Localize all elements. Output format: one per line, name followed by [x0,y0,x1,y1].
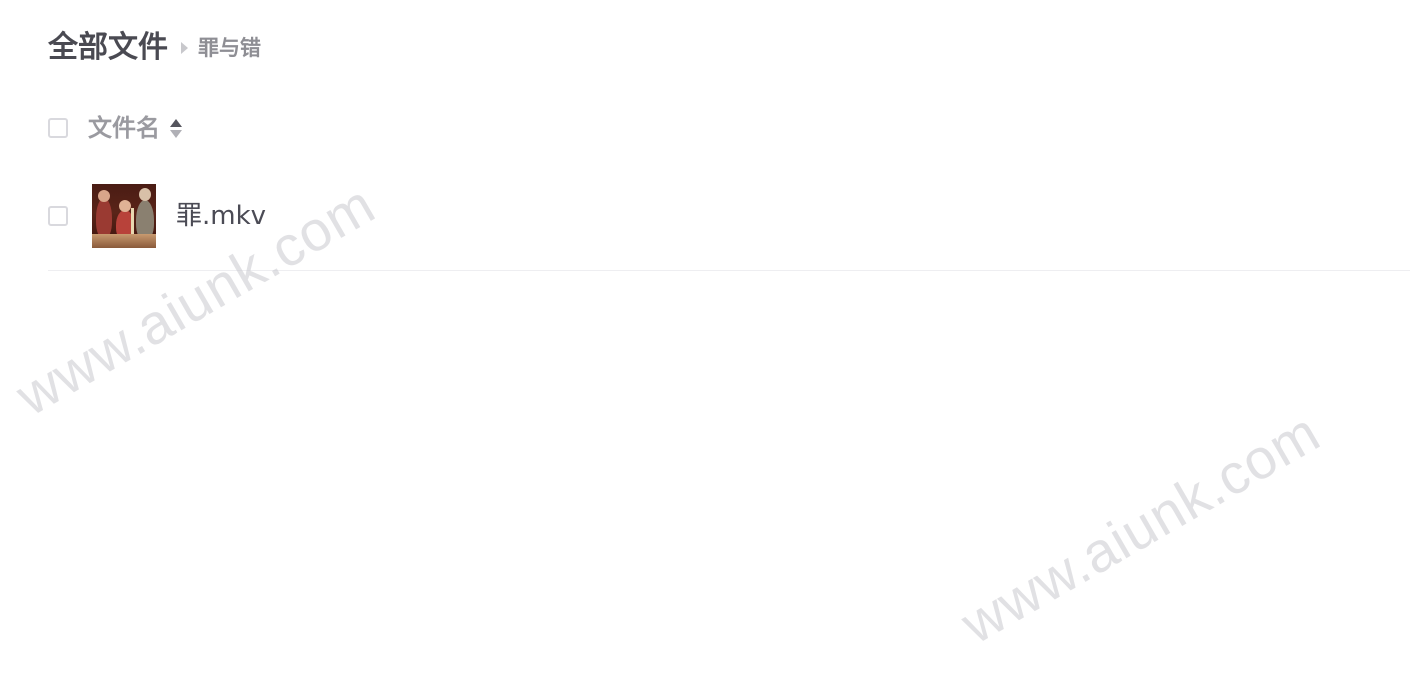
select-all-checkbox[interactable] [48,118,68,138]
video-thumbnail [92,184,156,248]
sort-icon[interactable] [170,118,182,138]
filename-column-header[interactable]: 文件名 [88,108,182,148]
sort-descending-icon [170,129,182,138]
breadcrumb-current-folder: 罪与错 [198,36,261,60]
file-select-checkbox[interactable] [48,206,68,226]
filename-column-label: 文件名 [88,114,160,142]
sort-ascending-icon [170,118,182,127]
watermark: www.aiunk.com [950,399,1331,656]
breadcrumb-root-link[interactable]: 全部文件 [48,28,168,68]
breadcrumb: 全部文件 罪与错 [48,28,261,68]
file-row[interactable]: 罪.mkv [48,176,1410,271]
file-name[interactable]: 罪.mkv [176,196,266,236]
file-list-header: 文件名 [48,108,182,148]
chevron-right-icon [181,42,188,54]
